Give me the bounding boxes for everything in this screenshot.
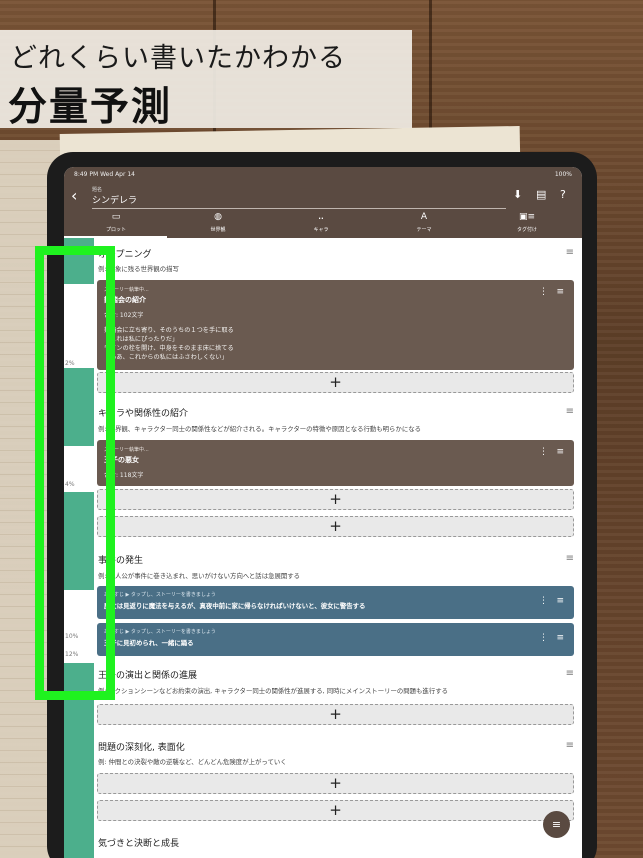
section-title[interactable]: 気づきと決断と成長 (98, 836, 179, 849)
tab-plot[interactable]: ▭ プロット (76, 212, 156, 233)
title-caption: 題名 (92, 187, 103, 193)
more-icon[interactable]: ⋮ (539, 596, 548, 606)
menu-fab[interactable]: ≡ (543, 811, 570, 838)
card-text: 王子に見初められ、一緒に踊る (104, 639, 194, 647)
card-text: 魔女は見返りに魔法を与えるが、真夜中前に家に帰らなければいけないと、彼女に警告す… (104, 602, 366, 610)
tab-label: プロット (105, 227, 126, 233)
card-body: 舞踏会に立ち寄り、そのうちの１つを手に取る 「これは私にぴったりだ」 ワインの栓… (104, 327, 234, 361)
status-bar: 8:49 PM Wed Apr 14 100% (74, 171, 572, 181)
reorder-icon[interactable]: ≡ (556, 633, 564, 643)
title-field[interactable]: シンデレラ (92, 193, 137, 206)
card-head: あらすじ ▶ タップし、ストーリーを書きましょう (104, 629, 216, 635)
download-icon[interactable]: ⬇ (513, 188, 522, 201)
section-desc: 例: 主人公が事件に巻き込まれ、思いがけない方向へと話は急展開する (98, 572, 301, 580)
highlight-frame (35, 246, 115, 700)
app-header: 8:49 PM Wed Apr 14 100% ‹ 題名 シンデレラ ⬇ ▤ ?… (64, 167, 582, 238)
tag-icon: ▣≡ (518, 212, 536, 222)
tab-tagging[interactable]: ▣≡ タグ付け (487, 212, 567, 233)
globe-icon: ◍ (214, 212, 222, 222)
reorder-icon[interactable]: ≡ (566, 247, 574, 258)
tab-bar: ▭ プロット ◍ 世界観 ꓸꓸ キャラ A テーマ ▣≡ タグ付け (64, 212, 582, 238)
add-button[interactable]: + (97, 489, 574, 510)
section-desc: 例: 仲間との決裂や敵の逆襲など、どんどん危険度が上がっていく (98, 758, 287, 766)
reorder-icon[interactable]: ≡ (556, 596, 564, 606)
tab-characters[interactable]: ꓸꓸ キャラ (281, 212, 361, 233)
tab-label: 世界観 (210, 227, 226, 233)
chat-icon: ▭ (111, 212, 121, 222)
story-card[interactable]: ストーリー執筆中... 王子の悪女 合計: 118文字 ⋮ ≡ (97, 440, 574, 486)
help-icon[interactable]: ? (560, 188, 566, 201)
promo-subtitle: どれくらい書いたかわかる (10, 43, 346, 74)
chevron-left-icon[interactable]: ‹ (71, 186, 77, 205)
people-icon: ꓸꓸ (318, 212, 324, 222)
tab-label: テーマ (416, 227, 432, 233)
synopsis-card[interactable]: あらすじ ▶ タップし、ストーリーを書きましょう 王子に見初められ、一緒に踊る … (97, 623, 574, 656)
tab-theme[interactable]: A テーマ (384, 212, 464, 233)
text-icon: A (420, 212, 428, 222)
more-icon[interactable]: ⋮ (539, 287, 548, 297)
reorder-icon[interactable]: ≡ (566, 740, 574, 751)
add-button[interactable]: + (97, 516, 574, 537)
promo-banner: どれくらい書いたかわかる 分量予測 (0, 30, 412, 130)
reorder-icon[interactable]: ≡ (566, 406, 574, 417)
section-desc: 例: アクションシーンなどお約束の演出, キャラクター同士の関係性が進展する, … (98, 687, 448, 695)
synopsis-card[interactable]: あらすじ ▶ タップし、ストーリーを書きましょう 魔女は見返りに魔法を与えるが、… (97, 586, 574, 619)
status-battery: 100% (554, 171, 572, 178)
more-icon[interactable]: ⋮ (539, 633, 548, 643)
library-icon[interactable]: ▤ (536, 188, 546, 201)
title-underline (92, 208, 506, 209)
add-button[interactable]: + (97, 773, 574, 794)
tab-world[interactable]: ◍ 世界観 (178, 212, 258, 233)
reorder-icon[interactable]: ≡ (566, 553, 574, 564)
add-button[interactable]: + (97, 800, 574, 821)
reorder-icon[interactable]: ≡ (556, 287, 564, 297)
story-card[interactable]: ストーリー執筆中... 舞踏会の紹介 合計: 102文字 舞踏会に立ち寄り、その… (97, 280, 574, 370)
tab-label: タグ付け (516, 227, 537, 233)
section-desc: 例: 世界観、キャラクター同士の関係性などが紹介される。キャラクターの特徴や原因… (98, 425, 422, 433)
promo-title: 分量予測 (8, 85, 173, 130)
add-button[interactable]: + (97, 704, 574, 725)
app-screen: 8:49 PM Wed Apr 14 100% ‹ 題名 シンデレラ ⬇ ▤ ?… (64, 167, 582, 858)
add-button[interactable]: + (97, 372, 574, 393)
section-title[interactable]: 問題の深刻化, 表面化 (98, 740, 185, 753)
card-head: あらすじ ▶ タップし、ストーリーを書きましょう (104, 592, 216, 598)
tab-label: キャラ (313, 227, 329, 233)
plot-list: オープニング ≡ 例: 印象に残る世界観の描写 ストーリー執筆中... 舞踏会の… (94, 238, 582, 858)
more-icon[interactable]: ⋮ (539, 447, 548, 457)
status-time: 8:49 PM Wed Apr 14 (74, 171, 135, 178)
reorder-icon[interactable]: ≡ (556, 447, 564, 457)
reorder-icon[interactable]: ≡ (566, 668, 574, 679)
